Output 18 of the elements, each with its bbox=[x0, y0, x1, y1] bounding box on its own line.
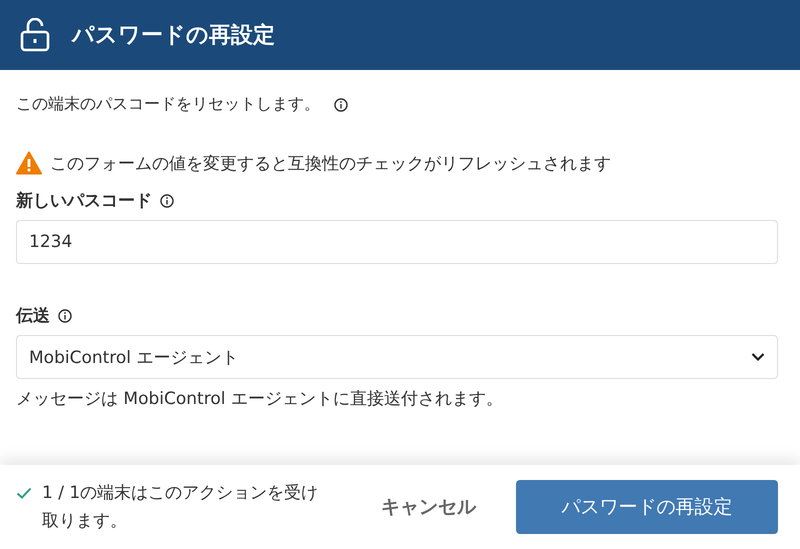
info-icon bbox=[160, 194, 174, 208]
info-icon bbox=[334, 98, 348, 112]
warning-icon bbox=[16, 151, 42, 175]
window-title: パスワードの再設定 bbox=[72, 22, 275, 50]
chevron-down-icon bbox=[751, 352, 765, 362]
reset-password-button[interactable]: パスワードの再設定 bbox=[516, 480, 778, 534]
info-icon bbox=[58, 308, 72, 322]
cancel-button[interactable]: キャンセル bbox=[377, 486, 480, 528]
warning-text: このフォームの値を変更すると互換性のチェックがリフレッシュされます bbox=[50, 152, 611, 174]
field-label: 新しいパスコード bbox=[16, 190, 152, 212]
status-text: 1 / 1の端末はこのアクションを受け取ります。 bbox=[42, 482, 320, 533]
field-label: 伝送 bbox=[16, 305, 50, 327]
select-field[interactable]: MobiControl エージェント bbox=[16, 335, 778, 379]
check-icon bbox=[16, 487, 32, 499]
help-text: メッセージは MobiControl エージェントに直接送付されます。 bbox=[16, 388, 504, 410]
passcode-field[interactable]: 1234 bbox=[16, 220, 778, 264]
unlock-icon bbox=[20, 18, 50, 52]
description-text: この端末のパスコードをリセットします。 bbox=[16, 94, 320, 115]
